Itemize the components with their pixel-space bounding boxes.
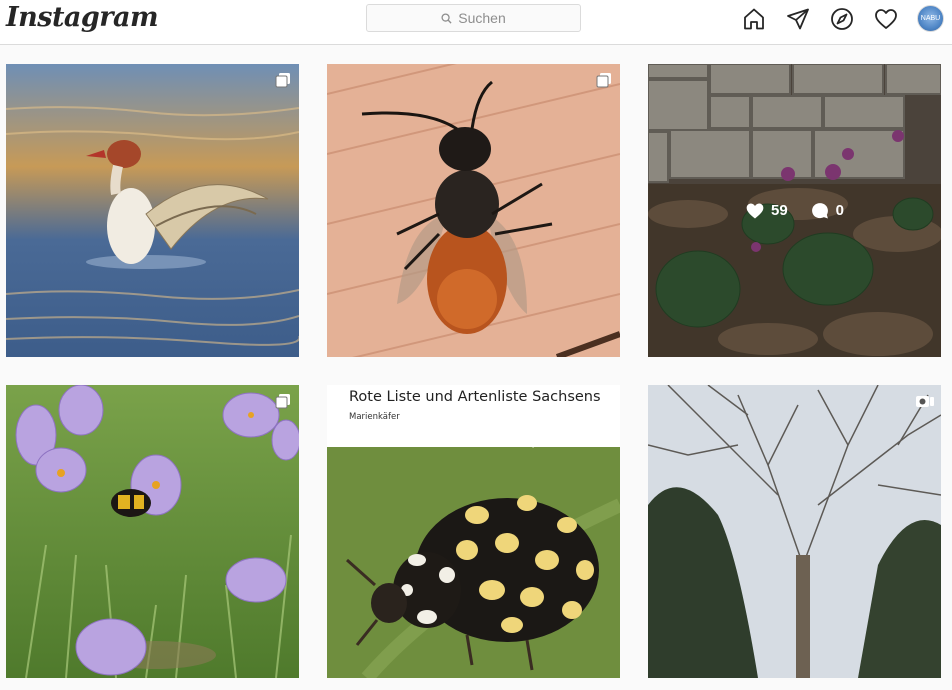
post-image <box>327 64 620 357</box>
cover-subtitle: Marienkäfer <box>349 412 400 422</box>
post-tile-crocuses[interactable] <box>6 385 299 678</box>
carousel-icon <box>275 73 290 88</box>
comments-stat: 0 <box>810 201 844 221</box>
post-tile-mason-bee[interactable] <box>327 64 620 357</box>
top-navigation-bar: Instagram Suchen NABU <box>0 0 952 45</box>
likes-stat: 59 <box>745 201 788 221</box>
comments-count: 0 <box>835 202 845 219</box>
carousel-icon <box>275 394 290 409</box>
post-image <box>648 385 941 678</box>
search-icon <box>441 12 452 24</box>
explore-compass-icon[interactable] <box>829 6 855 32</box>
cover-title: Rote Liste und Artenliste Sachsens <box>349 389 601 405</box>
igtv-video-icon <box>916 396 934 407</box>
carousel-icon <box>596 73 611 88</box>
heart-icon <box>746 203 764 218</box>
comment-icon <box>811 202 828 218</box>
search-input[interactable]: Suchen <box>366 4 581 32</box>
post-tile-ladybird-cover[interactable]: Rote Liste und Artenliste Sachsens Marie… <box>327 385 620 678</box>
cover-header: Rote Liste und Artenliste Sachsens Marie… <box>327 385 620 447</box>
direct-send-icon[interactable] <box>785 6 811 32</box>
likes-count: 59 <box>770 202 788 219</box>
activity-heart-icon[interactable] <box>873 6 899 32</box>
post-tile-cyclamen[interactable]: 59 0 <box>648 64 941 357</box>
post-image <box>6 64 299 357</box>
post-tile-merganser[interactable] <box>6 64 299 357</box>
avatar-label: NABU <box>920 15 941 22</box>
profile-avatar[interactable]: NABU <box>917 5 944 32</box>
post-tile-trees[interactable] <box>648 385 941 678</box>
search-placeholder: Suchen <box>458 10 506 26</box>
post-image <box>6 385 299 678</box>
post-hover-stats: 59 0 <box>648 64 941 357</box>
instagram-logo[interactable]: Instagram <box>6 2 159 33</box>
home-icon[interactable] <box>741 6 767 32</box>
